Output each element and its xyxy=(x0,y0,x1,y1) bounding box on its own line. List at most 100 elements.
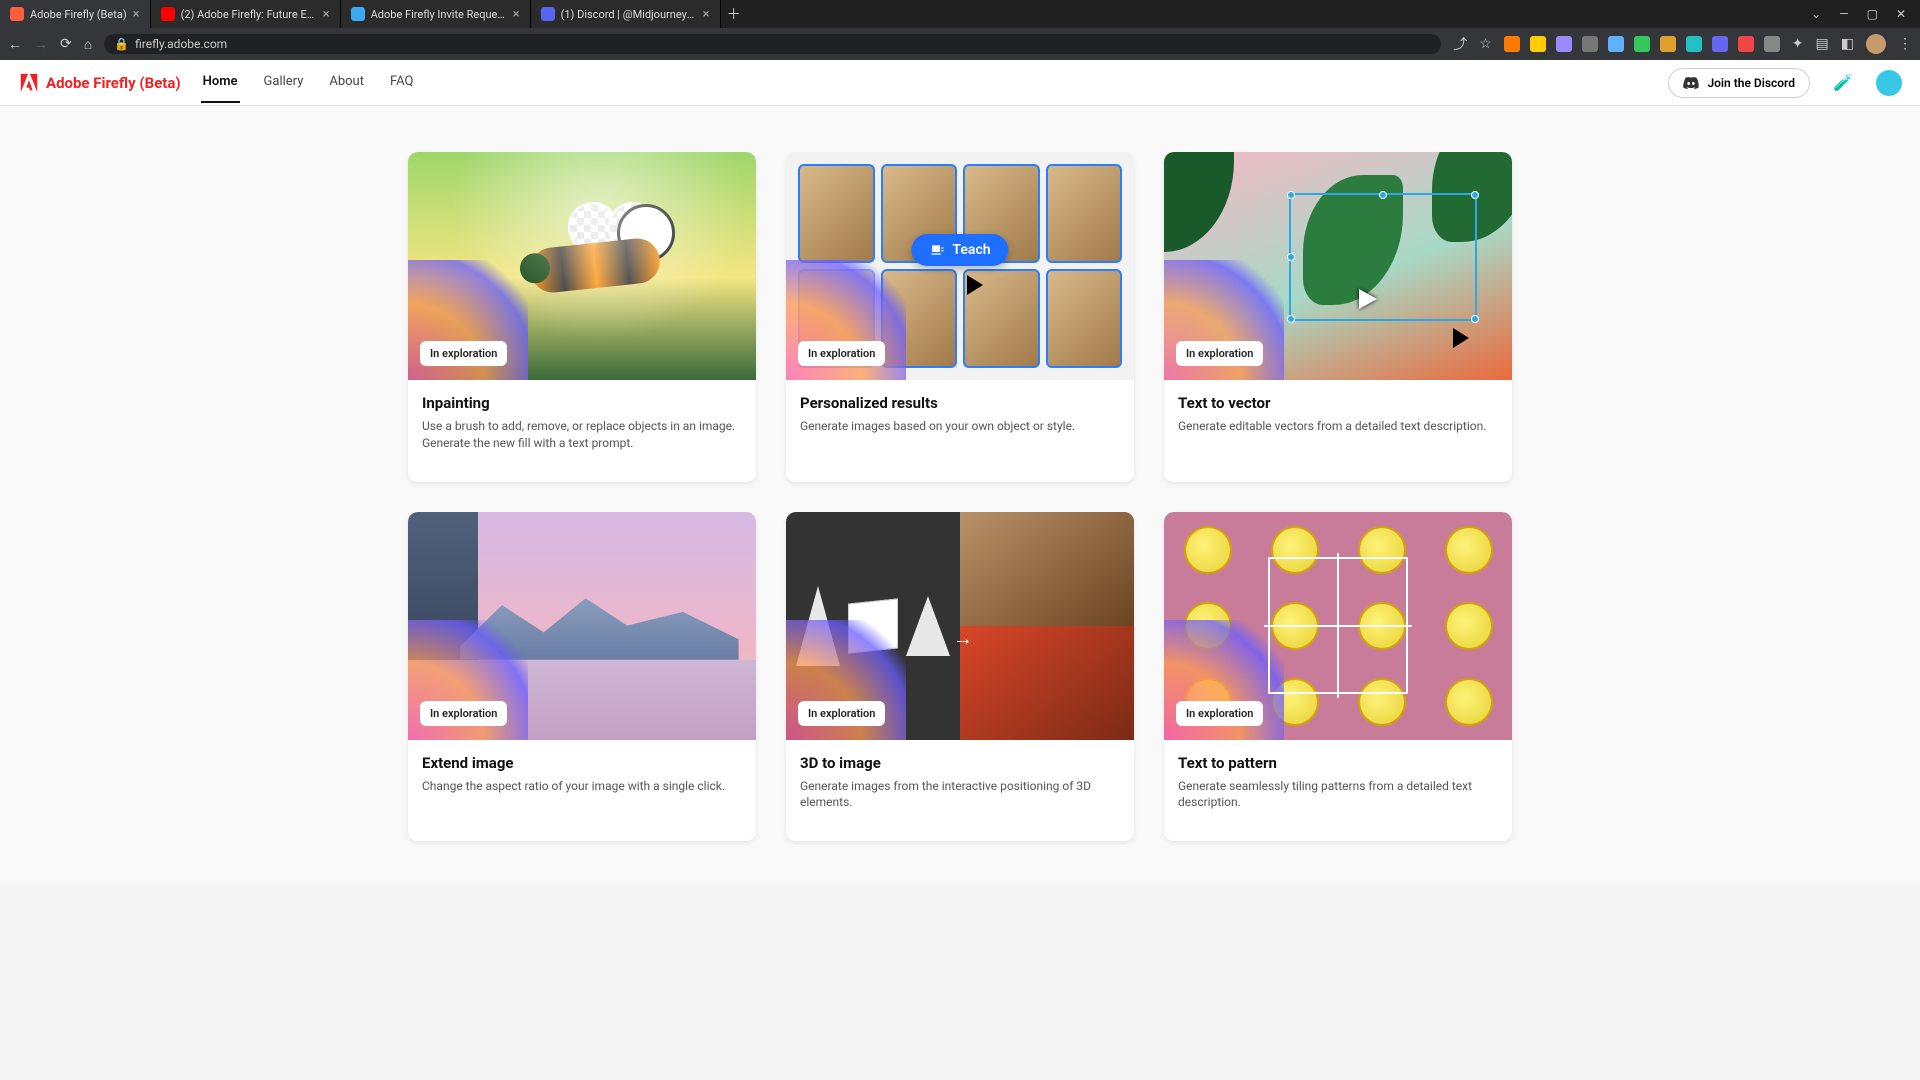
nav-link-about[interactable]: About xyxy=(327,62,366,103)
extension-icon[interactable] xyxy=(1530,36,1546,52)
share-icon[interactable]: ⤴ xyxy=(1453,34,1467,54)
tile-box xyxy=(1268,557,1407,694)
nav-link-faq[interactable]: FAQ xyxy=(388,62,415,103)
forward-button: → xyxy=(34,36,48,53)
teach-button[interactable]: Teach xyxy=(911,234,1008,266)
card-desc: Use a brush to add, remove, or replace o… xyxy=(422,418,742,452)
chevron-down-icon[interactable]: ⌄ xyxy=(1811,7,1821,21)
favicon-icon xyxy=(351,7,365,21)
card-desc: Generate images from the interactive pos… xyxy=(800,778,1120,812)
extension-icon[interactable] xyxy=(1608,36,1624,52)
card-title: Inpainting xyxy=(422,394,742,412)
card-desc: Generate seamlessly tiling patterns from… xyxy=(1178,778,1498,812)
card-inpainting[interactable]: In exploration Inpainting Use a brush to… xyxy=(408,152,756,482)
nav-link-gallery[interactable]: Gallery xyxy=(262,62,306,103)
beaker-icon[interactable]: 🧪 xyxy=(1830,70,1856,96)
browser-tab[interactable]: Adobe Firefly (Beta) × xyxy=(0,0,151,28)
card-title: Personalized results xyxy=(800,394,1120,412)
extension-icon[interactable] xyxy=(1660,36,1676,52)
minimize-button[interactable]: — xyxy=(1839,7,1848,21)
close-tab-icon[interactable]: × xyxy=(703,7,710,22)
discord-icon xyxy=(1683,75,1699,91)
side-panel-icon[interactable]: ◧ xyxy=(1841,36,1854,52)
selection-box xyxy=(1289,193,1477,321)
cards-grid: In exploration Inpainting Use a brush to… xyxy=(0,106,1920,881)
teach-icon xyxy=(929,242,945,258)
close-tab-icon[interactable]: × xyxy=(513,7,520,22)
extension-icon[interactable] xyxy=(1712,36,1728,52)
card-thumb: In exploration xyxy=(408,152,756,380)
card-thumb: Teach In exploration xyxy=(786,152,1134,380)
bookmark-star-icon[interactable]: ☆ xyxy=(1479,36,1492,52)
back-button[interactable]: ← xyxy=(8,36,22,53)
brand[interactable]: Adobe Firefly (Beta) xyxy=(18,72,181,94)
card-desc: Generate images based on your own object… xyxy=(800,418,1120,435)
tabs-container: Adobe Firefly (Beta)×(2) Adobe Firefly: … xyxy=(0,0,721,28)
brand-text: Adobe Firefly (Beta) xyxy=(46,74,181,92)
extension-icon[interactable] xyxy=(1556,36,1572,52)
browser-tab[interactable]: (2) Adobe Firefly: Future Explorat× xyxy=(151,0,341,28)
extension-icon[interactable] xyxy=(1582,36,1598,52)
card-thumb: In exploration xyxy=(408,512,756,740)
favicon-icon xyxy=(161,7,175,21)
card-personalized-results[interactable]: Teach In exploration Personalized result… xyxy=(786,152,1134,482)
tab-title: (1) Discord | @Midjourney Bot xyxy=(561,8,697,21)
chrome-menu-icon[interactable]: ⋮ xyxy=(1898,36,1912,52)
browser-tab[interactable]: Adobe Firefly Invite Request Form × xyxy=(341,0,531,28)
card-thumb: → In exploration xyxy=(786,512,1134,740)
cursor-icon xyxy=(1359,289,1377,309)
card-text-to-vector[interactable]: In exploration Text to vector Generate e… xyxy=(1164,152,1512,482)
arrow-right-icon: → xyxy=(953,626,973,651)
close-tab-icon[interactable]: × xyxy=(323,7,330,22)
url-text: firefly.adobe.com xyxy=(135,37,227,51)
card-text-to-pattern[interactable]: In exploration Text to pattern Generate … xyxy=(1164,512,1512,842)
home-button[interactable]: ⌂ xyxy=(84,36,92,53)
adobe-logo-icon xyxy=(18,72,40,94)
close-tab-icon[interactable]: × xyxy=(133,7,140,22)
app-header: Adobe Firefly (Beta) Home Gallery About FAQ… xyxy=(0,60,1920,106)
cursor-icon xyxy=(1453,328,1469,348)
tab-title: Adobe Firefly (Beta) xyxy=(30,8,127,21)
discord-label: Join the Discord xyxy=(1707,76,1795,90)
status-badge: In exploration xyxy=(420,341,507,366)
brush-circle-icon xyxy=(617,204,675,262)
extension-icon[interactable] xyxy=(1738,36,1754,52)
status-badge: In exploration xyxy=(420,701,507,726)
cursor-icon xyxy=(967,275,983,295)
card-thumb: In exploration xyxy=(1164,512,1512,740)
browser-chrome: Adobe Firefly (Beta)×(2) Adobe Firefly: … xyxy=(0,0,1920,60)
card-desc: Change the aspect ratio of your image wi… xyxy=(422,778,742,795)
extension-icon[interactable] xyxy=(1764,36,1780,52)
extensions-row xyxy=(1504,36,1780,52)
extension-icon[interactable] xyxy=(1686,36,1702,52)
join-discord-button[interactable]: Join the Discord xyxy=(1668,68,1810,98)
card-title: Text to vector xyxy=(1178,394,1498,412)
window-controls: ⌄ — ▢ ✕ xyxy=(1797,7,1920,21)
extension-icon[interactable] xyxy=(1504,36,1520,52)
reload-button[interactable]: ⟳ xyxy=(60,36,72,52)
status-badge: In exploration xyxy=(798,341,885,366)
extension-icon[interactable] xyxy=(1634,36,1650,52)
new-tab-button[interactable]: ＋ xyxy=(721,4,747,24)
close-window-button[interactable]: ✕ xyxy=(1896,7,1906,21)
browser-tab[interactable]: (1) Discord | @Midjourney Bot × xyxy=(531,0,721,28)
maximize-button[interactable]: ▢ xyxy=(1867,7,1878,21)
extensions-puzzle-icon[interactable]: ✦ xyxy=(1792,36,1804,52)
card-title: 3D to image xyxy=(800,754,1120,772)
leaf-shape xyxy=(1164,152,1234,252)
address-bar[interactable]: 🔒 firefly.adobe.com xyxy=(104,34,1441,54)
tab-title: Adobe Firefly Invite Request Form xyxy=(371,8,507,21)
card-desc: Generate editable vectors from a detaile… xyxy=(1178,418,1498,435)
card-3d-to-image[interactable]: → In exploration 3D to image Generate im… xyxy=(786,512,1134,842)
status-badge: In exploration xyxy=(798,701,885,726)
reading-list-icon[interactable]: ▤ xyxy=(1816,36,1829,52)
favicon-icon xyxy=(541,7,555,21)
nav-link-home[interactable]: Home xyxy=(201,62,240,103)
status-badge: In exploration xyxy=(1176,701,1263,726)
card-title: Extend image xyxy=(422,754,742,772)
favicon-icon xyxy=(10,7,24,21)
user-avatar[interactable] xyxy=(1876,70,1902,96)
card-extend-image[interactable]: In exploration Extend image Change the a… xyxy=(408,512,756,842)
card-title: Text to pattern xyxy=(1178,754,1498,772)
browser-profile-avatar[interactable] xyxy=(1866,34,1886,54)
